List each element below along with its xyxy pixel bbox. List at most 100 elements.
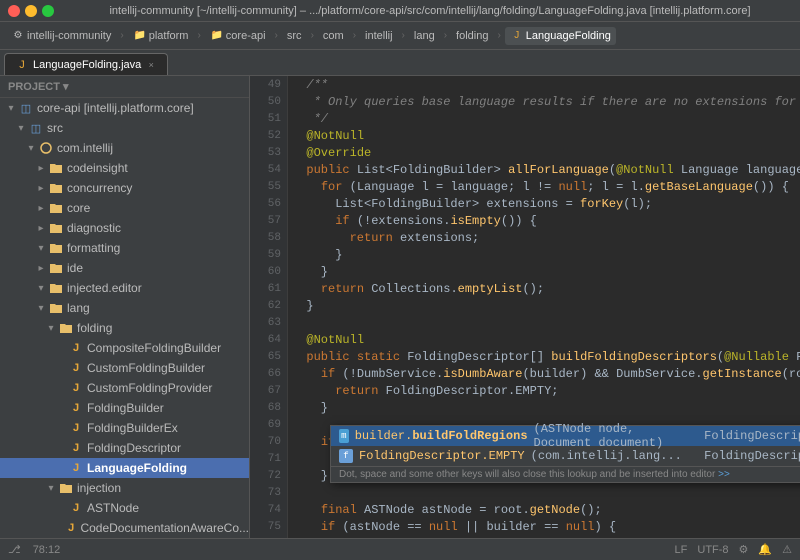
autocomplete-item-1[interactable]: f FoldingDescriptor.EMPTY (com.intellij.…	[331, 446, 800, 466]
autocomplete-item-0[interactable]: m builder.buildFoldRegions (ASTNode node…	[331, 426, 800, 446]
tree-icon	[48, 240, 64, 256]
file-type: 🔔	[758, 543, 772, 556]
tree-item-lang[interactable]: ▾lang	[0, 298, 249, 318]
tree-label: diagnostic	[67, 221, 121, 235]
nav-language-folding[interactable]: J LanguageFolding	[505, 27, 616, 45]
ac-params: (ASTNode node, Document document)	[534, 422, 699, 450]
tree-icon: J	[65, 520, 78, 536]
tree-item-foldingdescriptor[interactable]: JFoldingDescriptor	[0, 438, 249, 458]
tree-item-customfoldingprovider[interactable]: JCustomFoldingProvider	[0, 378, 249, 398]
tree-label: injected.editor	[67, 281, 142, 295]
tree-item-injection[interactable]: ▾ injection	[0, 478, 249, 498]
tree-label: ASTNode	[87, 501, 139, 515]
window-title: intellij-community [~/intellij-community…	[68, 5, 792, 17]
tree-item-injected.editor[interactable]: ▾ injected.editor	[0, 278, 249, 298]
field-icon: f	[339, 449, 353, 463]
tree-item-diagnostic[interactable]: ▸diagnostic	[0, 218, 249, 238]
tab-language-folding[interactable]: J LanguageFolding.java ×	[4, 53, 168, 75]
nav-folding[interactable]: folding	[451, 28, 493, 44]
tree-icon	[48, 220, 64, 236]
expand-arrow: ▸	[34, 263, 48, 274]
title-bar: intellij-community [~/intellij-community…	[0, 0, 800, 22]
tree-item-ide[interactable]: ▸ ide	[0, 258, 249, 278]
tree-item-languagefolding[interactable]: JLanguageFolding	[0, 458, 249, 478]
hint-link[interactable]: >>	[718, 469, 730, 480]
nav-src[interactable]: src	[282, 28, 307, 44]
expand-arrow: ▾	[34, 243, 48, 254]
tab-close-button[interactable]: ×	[145, 59, 157, 71]
tree-icon	[48, 160, 64, 176]
tree-icon: ◫	[28, 120, 44, 136]
tree-label: CustomFoldingProvider	[87, 381, 212, 395]
tree-icon	[38, 140, 54, 156]
tree-icon: J	[68, 360, 84, 376]
tree-icon	[48, 260, 64, 276]
java-icon: J	[510, 29, 524, 43]
tree-item-codeinsight[interactable]: ▸ codeinsight	[0, 158, 249, 178]
tree-item-core[interactable]: ▸core	[0, 198, 249, 218]
tree-label: injection	[77, 481, 121, 495]
ac-field-type: FoldingDescriptor[]	[704, 449, 800, 463]
nav-intellij[interactable]: intellij	[360, 28, 398, 44]
method-icon: m	[339, 429, 349, 443]
git-status[interactable]: ⎇	[8, 543, 21, 556]
tree-label: codeinsight	[67, 161, 128, 175]
indent-status[interactable]: ⚙	[739, 543, 749, 556]
nav-lang[interactable]: lang	[409, 28, 440, 44]
tree-item-astnode[interactable]: JASTNode	[0, 498, 249, 518]
expand-arrow: ▾	[34, 283, 48, 294]
tree-icon	[58, 320, 74, 336]
nav-platform[interactable]: 📁 platform	[128, 27, 194, 45]
tree-label: CustomFoldingBuilder	[87, 361, 205, 375]
expand-arrow: ▾	[24, 143, 38, 154]
tree-item-compositefoldingbuilder[interactable]: JCompositeFoldingBuilder	[0, 338, 249, 358]
cursor-position[interactable]: 78:12	[33, 544, 61, 556]
encoding[interactable]: UTF-8	[697, 544, 728, 556]
tree-item-src[interactable]: ▾◫src	[0, 118, 249, 138]
line-separator[interactable]: LF	[675, 544, 688, 556]
tree-item-formatting[interactable]: ▾ formatting	[0, 238, 249, 258]
nav-project[interactable]: ⚙ intellij-community	[6, 27, 116, 45]
main-layout: Project ▾ ▾ ◫ core-api [intellij.platfor…	[0, 76, 800, 538]
maximize-button[interactable]	[42, 5, 54, 17]
tree-icon: J	[68, 340, 84, 356]
tree-icon: J	[68, 440, 84, 456]
expand-arrow: ▾	[14, 123, 28, 134]
tree-icon: J	[68, 380, 84, 396]
tree-item-concurrency[interactable]: ▸concurrency	[0, 178, 249, 198]
tree-item-com.intellij[interactable]: ▾com.intellij	[0, 138, 249, 158]
ac-field-name: FoldingDescriptor.EMPTY	[359, 449, 525, 463]
minimize-button[interactable]	[25, 5, 37, 17]
sidebar-header[interactable]: Project ▾	[0, 76, 249, 98]
tree-item-customfoldingbuilder[interactable]: JCustomFoldingBuilder	[0, 358, 249, 378]
expand-arrow: ▾	[4, 103, 18, 114]
project-tree: Project ▾ ▾ ◫ core-api [intellij.platfor…	[0, 76, 250, 538]
tree-root[interactable]: ▾ ◫ core-api [intellij.platform.core]	[0, 98, 249, 118]
nav-com[interactable]: com	[318, 28, 349, 44]
tree-label: FoldingBuilder	[87, 401, 164, 415]
tree-label: src	[47, 121, 63, 135]
expand-arrow: ▾	[44, 483, 58, 494]
warnings[interactable]: ⚠	[782, 543, 792, 556]
tree-icon	[48, 200, 64, 216]
expand-arrow: ▸	[34, 163, 48, 174]
module-icon: ◫	[18, 100, 34, 116]
tree-icon: J	[68, 460, 84, 476]
java-file-icon: J	[15, 58, 29, 72]
close-button[interactable]	[8, 5, 20, 17]
tree-item-codedocumentationawareco...[interactable]: JCodeDocumentationAwareCo...	[0, 518, 249, 538]
tree-icon	[58, 480, 74, 496]
status-right: LF UTF-8 ⚙ 🔔 ⚠	[675, 543, 792, 556]
tree-icon: J	[68, 420, 84, 436]
expand-arrow: ▾	[44, 323, 58, 334]
tab-bar: J LanguageFolding.java ×	[0, 50, 800, 76]
tree-item-folding[interactable]: ▾folding	[0, 318, 249, 338]
tree-item-foldingbuilder[interactable]: JFoldingBuilder	[0, 398, 249, 418]
autocomplete-popup[interactable]: m builder.buildFoldRegions (ASTNode node…	[330, 425, 800, 483]
tree-label: formatting	[67, 241, 120, 255]
tree-item-foldingbuilderex[interactable]: JFoldingBuilderEx	[0, 418, 249, 438]
tree-label: ide	[67, 261, 83, 275]
nav-core-api[interactable]: 📁 core-api	[205, 27, 271, 45]
folder-icon: 📁	[133, 29, 147, 43]
expand-arrow: ▸	[34, 203, 48, 214]
